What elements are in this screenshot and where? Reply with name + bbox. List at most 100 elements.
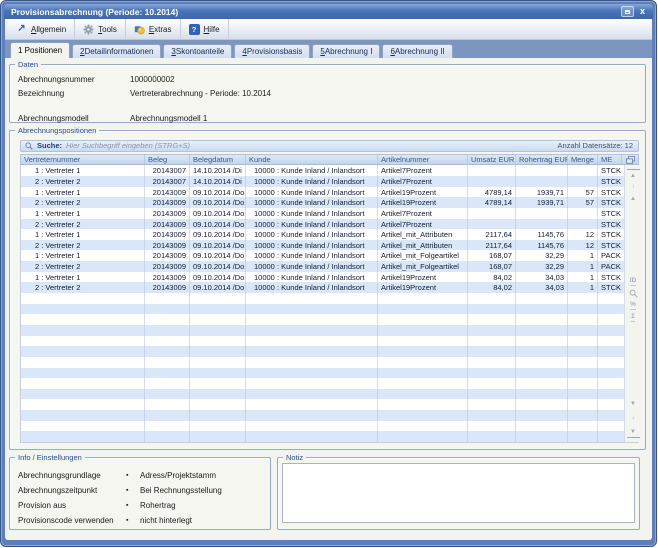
- scroll-page-up-icon[interactable]: ↑: [627, 181, 640, 193]
- column-header-menge[interactable]: Menge: [568, 155, 598, 165]
- table-cell: [190, 389, 246, 400]
- tab-abrechnung-i[interactable]: 5 Abrechnung I: [312, 44, 380, 58]
- column-header-umsatz-eur[interactable]: Umsatz EUR: [468, 155, 516, 165]
- table-row[interactable]: 1 : Vertreter 12014300909.10.2014 /Do100…: [21, 187, 624, 198]
- tab-provisionsbasis[interactable]: 4 Provisionsbasis: [234, 44, 310, 58]
- restore-window-button[interactable]: [621, 6, 634, 17]
- table-cell: 09.10.2014 /Do: [190, 229, 246, 240]
- scroll-down-icon[interactable]: ▼: [627, 398, 640, 410]
- scroll-first-icon[interactable]: ▲: [627, 169, 640, 181]
- column-header-me[interactable]: ME: [598, 155, 622, 165]
- table-cell: 1 : Vertreter 1: [21, 187, 145, 198]
- notiz-textarea[interactable]: [282, 463, 635, 523]
- scroll-last-icon[interactable]: ▼: [627, 426, 640, 438]
- menu-item-label: Hilfe: [204, 25, 220, 34]
- table-cell: [145, 357, 190, 368]
- tab-skontoanteile[interactable]: 3 Skontoanteile: [163, 44, 232, 58]
- scroll-page-down-icon[interactable]: ↓: [627, 412, 640, 424]
- table-cell: [190, 378, 246, 389]
- table-cell: [516, 165, 568, 176]
- table-row[interactable]: 2 : Vertreter 22014300909.10.2014 /Do100…: [21, 219, 624, 230]
- table-row[interactable]: 1 : Vertreter 12014300909.10.2014 /Do100…: [21, 272, 624, 283]
- table-cell: [598, 357, 624, 368]
- table-cell: [516, 378, 568, 389]
- row-id-icon[interactable]: ID: [630, 277, 637, 286]
- table-row[interactable]: 2 : Vertreter 22014300909.10.2014 /Do100…: [21, 197, 624, 208]
- table-cell: [145, 293, 190, 304]
- table-cell: [190, 410, 246, 421]
- table-row[interactable]: 1 : Vertreter 12014300909.10.2014 /Do100…: [21, 250, 624, 261]
- table-cell: [598, 314, 624, 325]
- table-cell: 20143009: [145, 229, 190, 240]
- table-cell: [468, 325, 516, 336]
- column-header-belegdatum[interactable]: Belegdatum: [190, 155, 246, 165]
- column-header-beleg[interactable]: Beleg: [145, 155, 190, 165]
- sum-icon[interactable]: Σ: [631, 313, 635, 322]
- table-row[interactable]: 2 : Vertreter 22014300909.10.2014 /Do100…: [21, 282, 624, 293]
- table-cell: 09.10.2014 /Do: [190, 240, 246, 251]
- table-row[interactable]: 1 : Vertreter 12014300909.10.2014 /Do100…: [21, 229, 624, 240]
- table-cell: [468, 410, 516, 421]
- notiz-legend: Notiz: [283, 453, 306, 462]
- table-cell: 1145,76: [516, 229, 568, 240]
- table-row[interactable]: 2 : Vertreter 22014300909.10.2014 /Do100…: [21, 240, 624, 251]
- close-window-button[interactable]: x: [636, 6, 649, 17]
- table-cell: [190, 346, 246, 357]
- table-cell: STCK: [598, 240, 624, 251]
- info-groupbox: Info / Einstellungen Abrechnungsgrundlag…: [9, 457, 271, 530]
- table-cell: [468, 399, 516, 410]
- scroll-up-icon[interactable]: ▲: [627, 193, 640, 205]
- table-cell: [516, 176, 568, 187]
- table-cell: [598, 325, 624, 336]
- table-cell: [246, 389, 378, 400]
- table-cell: [468, 368, 516, 379]
- table-row[interactable]: 2 : Vertreter 22014300714.10.2014 /Di100…: [21, 176, 624, 187]
- column-header-kunde[interactable]: Kunde: [246, 155, 378, 165]
- search-bar[interactable]: Suche: Hier Suchbegriff eingeben (STRG+S…: [20, 140, 639, 152]
- table-cell: [468, 293, 516, 304]
- table-cell: [468, 219, 516, 230]
- column-chooser-icon[interactable]: [622, 155, 638, 165]
- menu-item-hilfe[interactable]: ?Hilfe: [181, 19, 229, 39]
- table-cell: [21, 304, 145, 315]
- table-row[interactable]: 1 : Vertreter 12014300714.10.2014 /Di100…: [21, 165, 624, 176]
- table-cell: [246, 357, 378, 368]
- table-cell: STCK: [598, 197, 624, 208]
- menu-item-tools[interactable]: Tools: [75, 19, 126, 39]
- table-cell: 1 : Vertreter 1: [21, 250, 145, 261]
- table-cell: 09.10.2014 /Do: [190, 272, 246, 283]
- table-cell: 09.10.2014 /Do: [190, 187, 246, 198]
- table-cell: 12: [568, 229, 598, 240]
- table-row[interactable]: 2 : Vertreter 22014300909.10.2014 /Do100…: [21, 261, 624, 272]
- table-cell: 10000 : Kunde Inland / Inlandsort: [246, 219, 378, 230]
- table-cell: 20143009: [145, 219, 190, 230]
- table-cell: 10000 : Kunde Inland / Inlandsort: [246, 176, 378, 187]
- table-cell: 1: [568, 250, 598, 261]
- column-header-vertreternummer[interactable]: Vertreternummer: [21, 155, 145, 165]
- table-cell: 1939,71: [516, 187, 568, 198]
- table-cell: [516, 368, 568, 379]
- daten-field-value: Abrechnungsmodell 1: [130, 114, 207, 123]
- search-in-table-icon[interactable]: [629, 289, 638, 298]
- info-row: Provisionscode verwenden▪nicht hinterleg…: [10, 513, 270, 528]
- menu-item-extras[interactable]: Extras: [126, 19, 181, 39]
- table-cell: [568, 336, 598, 347]
- info-row: Provision aus▪Rohertrag: [10, 498, 270, 513]
- percent-icon[interactable]: %: [630, 301, 636, 310]
- table-cell: [598, 336, 624, 347]
- daten-field-label: Bezeichnung: [18, 89, 130, 98]
- table-empty-row: [21, 368, 624, 379]
- table-cell: [568, 431, 598, 442]
- table-row[interactable]: 1 : Vertreter 12014300909.10.2014 /Do100…: [21, 208, 624, 219]
- tab-detailinformationen[interactable]: 2 Detailinformationen: [72, 44, 161, 58]
- daten-field-value: Vertreterabrechnung - Periode: 10.2014: [130, 89, 271, 98]
- menu-item-allgemein[interactable]: ↗Allgemein: [8, 19, 75, 39]
- search-placeholder: Hier Suchbegriff eingeben (STRG+S): [66, 141, 190, 150]
- table-cell: [21, 346, 145, 357]
- tab-positionen[interactable]: 1 Positionen: [10, 42, 70, 58]
- table-cell: [378, 378, 468, 389]
- table-cell: [568, 378, 598, 389]
- column-header-artikelnummer[interactable]: Artikelnummer: [378, 155, 468, 165]
- column-header-rohertrag-eur[interactable]: Rohertrag EUR: [516, 155, 568, 165]
- tab-abrechnung-ii[interactable]: 6 Abrechnung II: [382, 44, 452, 58]
